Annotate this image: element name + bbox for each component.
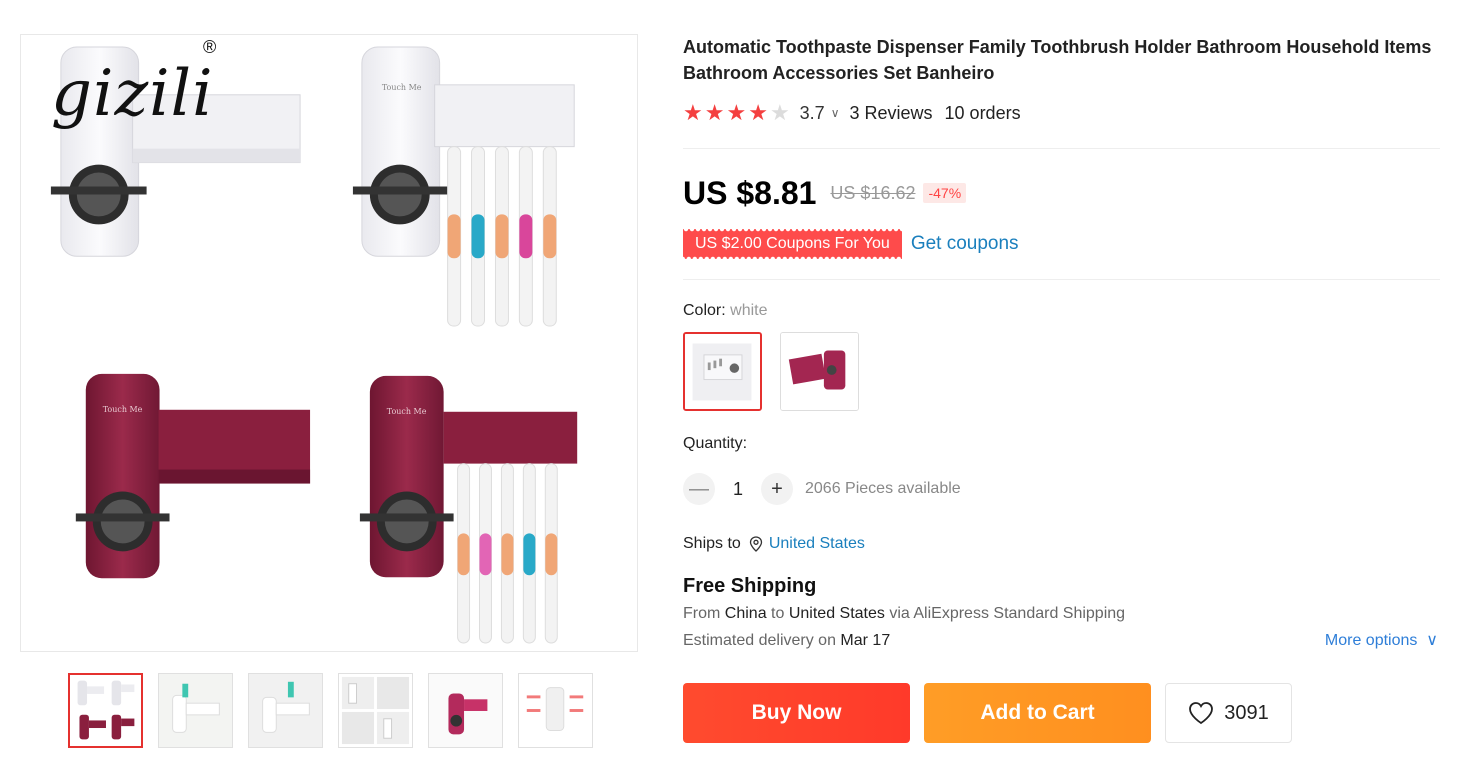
chevron-down-icon[interactable]: ∨: [831, 106, 840, 120]
delivery-date: Mar 17: [840, 632, 891, 649]
rating-stars[interactable]: ★ ★ ★ ★ ★: [683, 102, 790, 124]
to-prefix: to: [771, 605, 785, 622]
product-details: Automatic Toothpaste Dispenser Family To…: [683, 34, 1440, 743]
color-swatch-red[interactable]: [780, 332, 859, 411]
color-swatches: [683, 332, 1440, 411]
wishlist-count: 3091: [1224, 701, 1269, 724]
thumbnail-2[interactable]: [158, 673, 233, 748]
shipping-method: via AliExpress Standard Shipping: [889, 605, 1126, 622]
delivery-prefix: Estimated delivery on: [683, 632, 836, 649]
heart-icon: [1189, 702, 1214, 725]
star-icon: ★: [748, 100, 768, 125]
quantity-decrease-button[interactable]: —: [683, 473, 715, 505]
registered-mark: ®: [203, 37, 217, 57]
svg-text:Touch Me: Touch Me: [382, 83, 422, 92]
quantity-input[interactable]: [715, 478, 761, 500]
thumbnail-3[interactable]: [248, 673, 323, 748]
shipping-title: Free Shipping: [683, 575, 817, 597]
product-title: Automatic Toothpaste Dispenser Family To…: [683, 37, 1432, 83]
thumbnail-5[interactable]: [428, 673, 503, 748]
quantity-label: Quantity:: [683, 435, 748, 452]
shipping-route: From China to United States via AliExpre…: [683, 604, 1440, 624]
orders-count: 10 orders: [944, 102, 1021, 123]
to-country: United States: [788, 605, 885, 622]
reviews-link[interactable]: 3 Reviews: [850, 103, 933, 124]
location-pin-icon: [749, 536, 762, 552]
ships-to-row: Ships to United States: [683, 535, 1440, 553]
action-buttons: Buy Now Add to Cart 3091: [683, 683, 1440, 743]
color-swatch-white[interactable]: [683, 332, 762, 411]
svg-text:Touch Me: Touch Me: [387, 407, 427, 416]
svg-text:Touch Me: Touch Me: [103, 405, 143, 414]
original-price: US $16.62: [830, 182, 916, 203]
coupon-tag[interactable]: US $2.00 Coupons For You: [683, 229, 902, 259]
main-product-image[interactable]: Touch Me Touch Me Touch Me gizili ®: [20, 34, 638, 652]
from-country: China: [724, 605, 767, 622]
wishlist-button[interactable]: 3091: [1165, 683, 1292, 743]
rating-row: ★ ★ ★ ★ ★ 3.7 ∨ 3 Reviews 10 orders: [683, 100, 1440, 126]
thumbnail-1[interactable]: [68, 673, 143, 748]
pieces-available: 2066 Pieces available: [805, 480, 961, 497]
more-options-link[interactable]: More options ∨: [1325, 631, 1440, 651]
color-selected-value: white: [730, 302, 768, 319]
get-coupons-link[interactable]: Get coupons: [911, 233, 1019, 255]
divider: [683, 279, 1440, 280]
delivery-row: Estimated delivery on Mar 17 More option…: [683, 631, 1440, 651]
color-label-text: Color:: [683, 302, 726, 319]
quantity-increase-button[interactable]: +: [761, 473, 793, 505]
thumbnail-6[interactable]: [518, 673, 593, 748]
star-icon: ★: [726, 100, 747, 125]
star-icon: ★: [704, 100, 725, 125]
ship-country-link[interactable]: United States: [769, 535, 865, 553]
thumbnail-strip: [68, 673, 593, 748]
thumbnail-4[interactable]: [338, 673, 413, 748]
chevron-down-icon: ∨: [1421, 632, 1438, 649]
color-label: Color: white: [683, 302, 1440, 320]
rating-value[interactable]: 3.7: [800, 103, 825, 124]
quantity-stepper: — + 2066 Pieces available: [683, 473, 1440, 505]
star-empty-icon: ★: [769, 100, 790, 125]
price-row: US $8.81 US $16.62 -47%: [683, 173, 1440, 213]
add-to-cart-button[interactable]: Add to Cart: [924, 683, 1151, 743]
ships-to-label: Ships to: [683, 535, 741, 552]
brand-logo: gizili: [51, 57, 214, 131]
more-options-label: More options: [1324, 632, 1418, 649]
star-icon: ★: [683, 100, 703, 125]
discount-badge: -47%: [923, 183, 967, 203]
coupon-row: US $2.00 Coupons For You Get coupons: [683, 229, 1440, 259]
estimated-delivery: Estimated delivery on Mar 17: [683, 631, 890, 651]
divider: [683, 148, 1440, 149]
current-price: US $8.81: [683, 174, 817, 211]
from-prefix: From: [683, 605, 721, 622]
buy-now-button[interactable]: Buy Now: [683, 683, 910, 743]
